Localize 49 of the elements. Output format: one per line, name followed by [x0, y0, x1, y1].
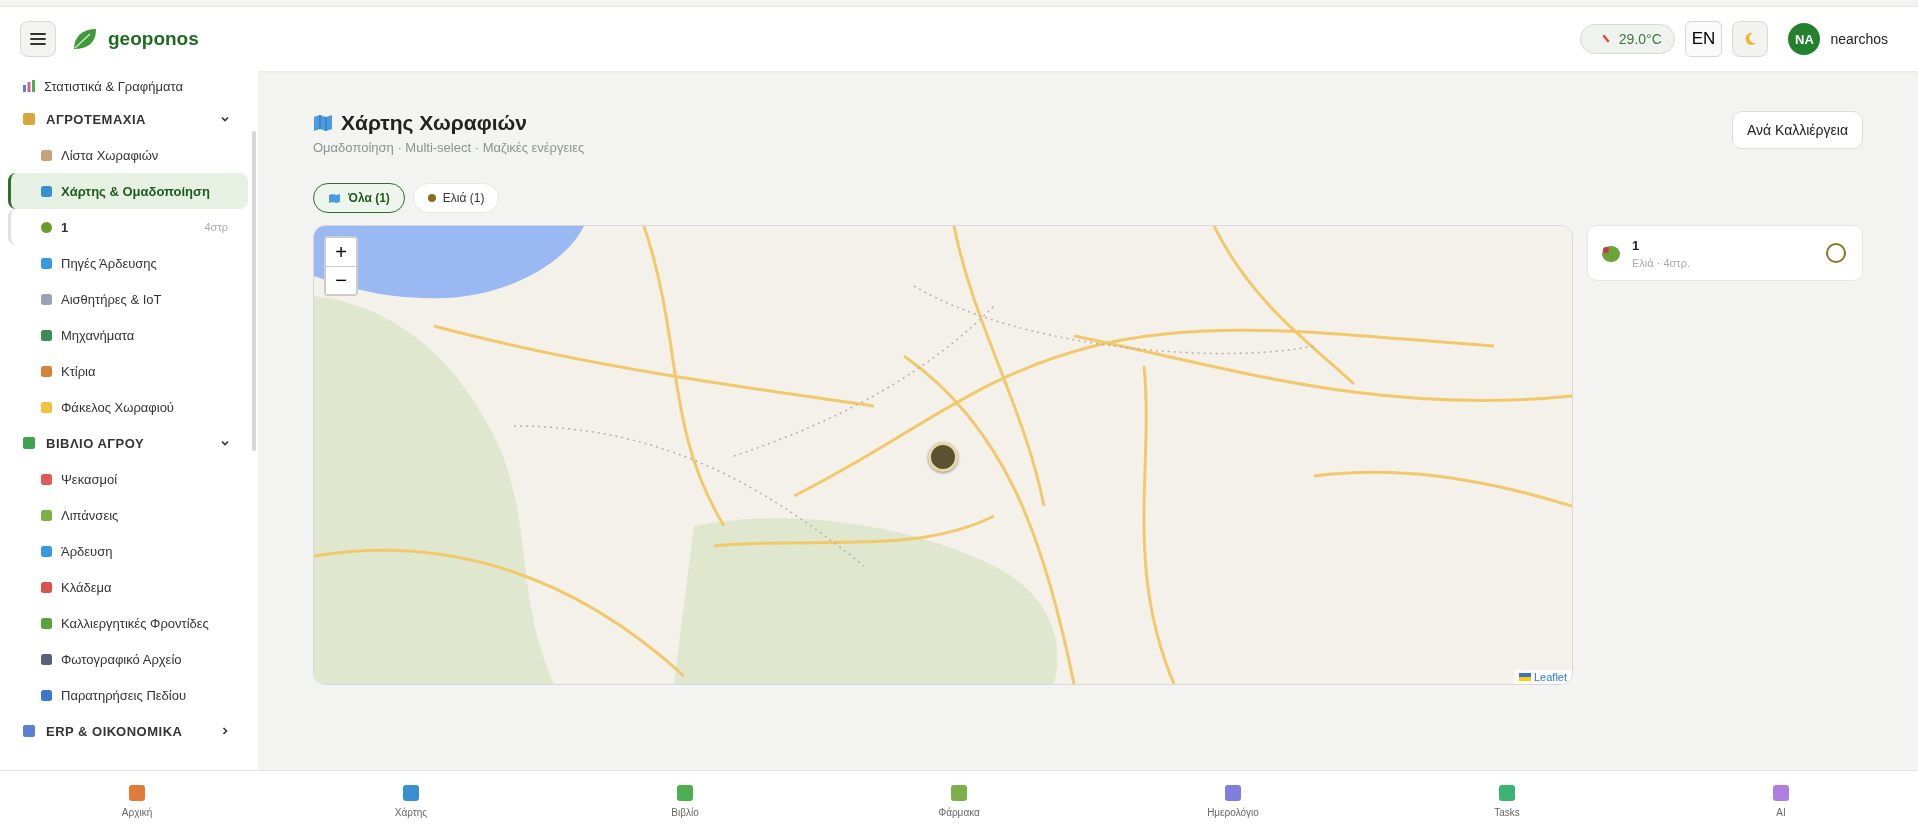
zoom-out-button[interactable]: −	[326, 266, 356, 294]
sidebar-item[interactable]: Καλλιεργητικές Φροντίδες	[8, 605, 248, 641]
nav-item[interactable]: Ημερολόγιο	[1096, 771, 1370, 829]
filter-chip[interactable]: Όλα (1)	[313, 183, 405, 213]
chevron-icon	[220, 726, 230, 736]
sidebar-item[interactable]: Κλάδεμα	[8, 569, 248, 605]
select-radio[interactable]	[1826, 243, 1846, 263]
temperature-chip[interactable]: 29.0°C	[1579, 24, 1675, 54]
language-button[interactable]: EN	[1684, 21, 1723, 57]
sidebar-item[interactable]: Ψεκασμοί	[8, 461, 248, 497]
field-meta: Ελιά · 4στρ.	[1632, 256, 1691, 269]
sidebar-item[interactable]: Στατιστικά & Γραφήματα	[8, 71, 248, 101]
page-subtitle: Ομαδοποίηση · Multi-select · Μαζικές ενέργειες	[313, 140, 585, 155]
menu-button[interactable]	[20, 21, 56, 57]
sidebar-item[interactable]: Φάκελος Χωραφιού	[8, 389, 248, 425]
sidebar-item[interactable]: Κτίρια	[8, 353, 248, 389]
menu-icon	[30, 32, 46, 46]
sidebar-item[interactable]: Άρδευση	[8, 533, 248, 569]
chevron-icon	[220, 438, 230, 448]
sidebar-item[interactable]: Χάρτης & Ομαδοποίηση	[8, 173, 248, 209]
nav-item[interactable]: Αρχική	[0, 771, 274, 829]
sidebar-section-header[interactable]: ΒΙΒΛΙΟ ΑΓΡΟΥ	[8, 425, 248, 461]
nav-item[interactable]: Χάρτης	[274, 771, 548, 829]
brand-name: geoponos	[108, 28, 199, 50]
sidebar-item[interactable]: Φωτογραφικό Αρχείο	[8, 641, 248, 677]
group-by-crop-button[interactable]: Ανά Καλλιέργεια	[1731, 111, 1863, 149]
page-title: Χάρτης Χωραφιών	[341, 111, 527, 135]
nav-item[interactable]: Βιβλίο	[548, 771, 822, 829]
sidebar-item[interactable]: 1 4στρ	[8, 209, 248, 245]
sidebar-item[interactable]: Μηχανήματα	[8, 317, 248, 353]
avatar[interactable]: NA	[1788, 23, 1821, 55]
nav-item[interactable]: Φάρμακα	[822, 771, 1096, 829]
user-name: nearchos	[1830, 31, 1888, 47]
sidebar-section-header[interactable]: ERP & ΟΙΚΟΝΟΜΙΚΑ	[8, 713, 248, 749]
field-card[interactable]: 1 Ελιά · 4στρ.	[1587, 225, 1863, 281]
filter-chip[interactable]: Ελιά (1)	[412, 183, 500, 213]
sidebar-item[interactable]: Πηγές Άρδευσης	[8, 245, 248, 281]
sidebar-item[interactable]: Λίστα Χωραφιών	[8, 137, 248, 173]
map-attribution[interactable]: Leaflet	[1513, 670, 1572, 684]
sidebar-section-header[interactable]: ΑΓΡΟΤΕΜΑΧΙΑ	[8, 101, 248, 137]
sidebar-item[interactable]: Παρατηρήσεις Πεδίου	[8, 677, 248, 713]
sidebar-item[interactable]: Αισθητήρες & IoT	[8, 281, 248, 317]
nav-item[interactable]: AI	[1644, 771, 1918, 829]
nav-item[interactable]: Tasks	[1370, 771, 1644, 829]
leaf-logo-icon	[72, 27, 98, 51]
chevron-icon	[220, 114, 230, 124]
field-name: 1	[1632, 237, 1641, 253]
flag-icon	[1518, 673, 1531, 681]
sidebar-item[interactable]: Λιπάνσεις	[8, 497, 248, 533]
